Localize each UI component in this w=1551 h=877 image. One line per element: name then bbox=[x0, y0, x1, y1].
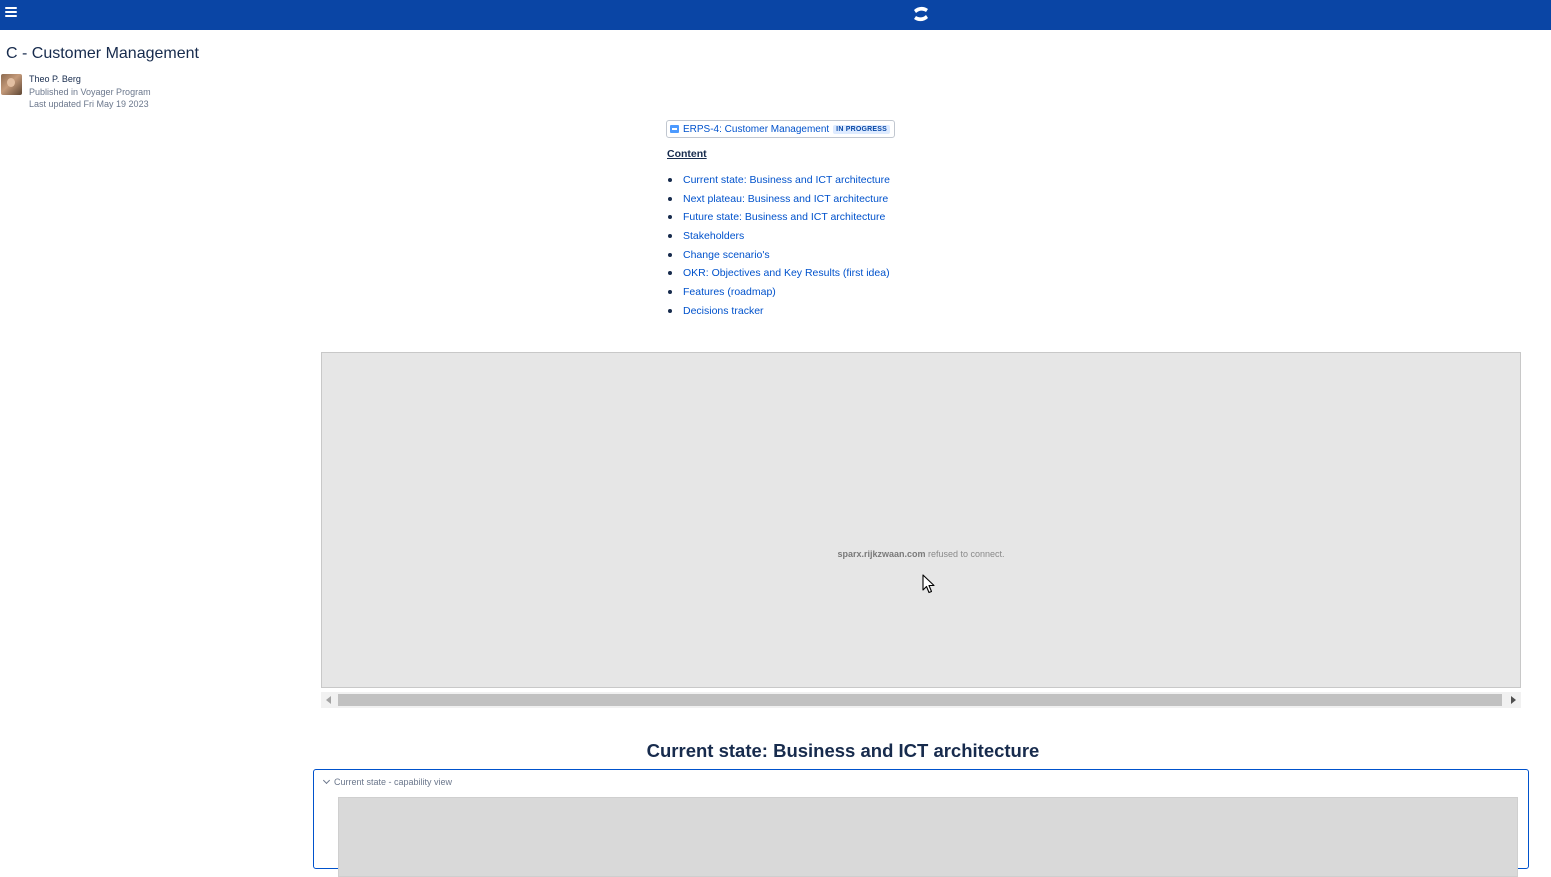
published-location: Published in Voyager Program bbox=[29, 86, 151, 97]
toc-link-decisions-tracker[interactable]: Decisions tracker bbox=[683, 305, 764, 317]
avatar[interactable] bbox=[1, 74, 22, 95]
toc-heading: Content bbox=[667, 148, 707, 160]
embed-error-text: refused to connect. bbox=[925, 549, 1005, 559]
expand-content-embed[interactable] bbox=[338, 797, 1518, 877]
mouse-cursor-icon bbox=[922, 574, 935, 594]
toc-item: Features (roadmap) bbox=[667, 284, 890, 303]
toc-link-current-state[interactable]: Current state: Business and ICT architec… bbox=[683, 174, 890, 186]
toc-item: Future state: Business and ICT architect… bbox=[667, 209, 890, 228]
expand-label: Current state - capability view bbox=[334, 777, 453, 787]
toc-item: Change scenario's bbox=[667, 247, 890, 266]
page-title: C - Customer Management bbox=[6, 45, 199, 62]
section-heading: Current state: Business and ICT architec… bbox=[646, 740, 1040, 761]
toc-link-change-scenarios[interactable]: Change scenario's bbox=[683, 249, 770, 261]
last-updated-date: Last updated Fri May 19 2023 bbox=[29, 99, 149, 109]
top-navigation-bar bbox=[0, 0, 1551, 30]
expand-toggle[interactable]: Current state - capability view bbox=[322, 776, 453, 787]
toc-link-okr[interactable]: OKR: Objectives and Key Results (first i… bbox=[683, 267, 890, 279]
jira-issue-link[interactable]: ERPS-4: Customer Management IN PROGRESS bbox=[666, 120, 895, 138]
embedded-iframe[interactable]: sparx.rijkzwaan.com refused to connect. bbox=[321, 352, 1521, 688]
toc-link-stakeholders[interactable]: Stakeholders bbox=[683, 230, 744, 242]
toc-item: Stakeholders bbox=[667, 228, 890, 247]
jira-story-icon bbox=[670, 125, 679, 133]
page-byline: Theo P. Berg Published in Voyager Progra… bbox=[29, 73, 151, 111]
horizontal-scrollbar[interactable] bbox=[321, 692, 1521, 708]
toc-item: Current state: Business and ICT architec… bbox=[667, 172, 890, 191]
status-badge: IN PROGRESS bbox=[833, 124, 890, 134]
toc-link-future-state[interactable]: Future state: Business and ICT architect… bbox=[683, 211, 885, 223]
toc-item: Decisions tracker bbox=[667, 303, 890, 322]
toc-item: Next plateau: Business and ICT architect… bbox=[667, 191, 890, 210]
connection-error-message: sparx.rijkzwaan.com refused to connect. bbox=[322, 549, 1520, 559]
hamburger-menu-icon[interactable] bbox=[5, 7, 17, 19]
scroll-right-arrow-icon[interactable] bbox=[1511, 696, 1516, 704]
jira-issue-label[interactable]: ERPS-4: Customer Management bbox=[683, 124, 829, 135]
author-name[interactable]: Theo P. Berg bbox=[29, 73, 151, 86]
toc-link-next-plateau[interactable]: Next plateau: Business and ICT architect… bbox=[683, 193, 888, 205]
expand-panel: Current state - capability view bbox=[313, 769, 1529, 877]
chevron-down-icon bbox=[322, 776, 331, 785]
toc-link-features[interactable]: Features (roadmap) bbox=[683, 286, 776, 298]
embed-host: sparx.rijkzwaan.com bbox=[837, 549, 926, 559]
scroll-left-arrow-icon[interactable] bbox=[326, 696, 331, 704]
scrollbar-thumb[interactable] bbox=[338, 694, 1502, 706]
table-of-contents: Current state: Business and ICT architec… bbox=[667, 172, 890, 322]
confluence-logo-icon[interactable] bbox=[911, 4, 931, 24]
toc-item: OKR: Objectives and Key Results (first i… bbox=[667, 265, 890, 284]
